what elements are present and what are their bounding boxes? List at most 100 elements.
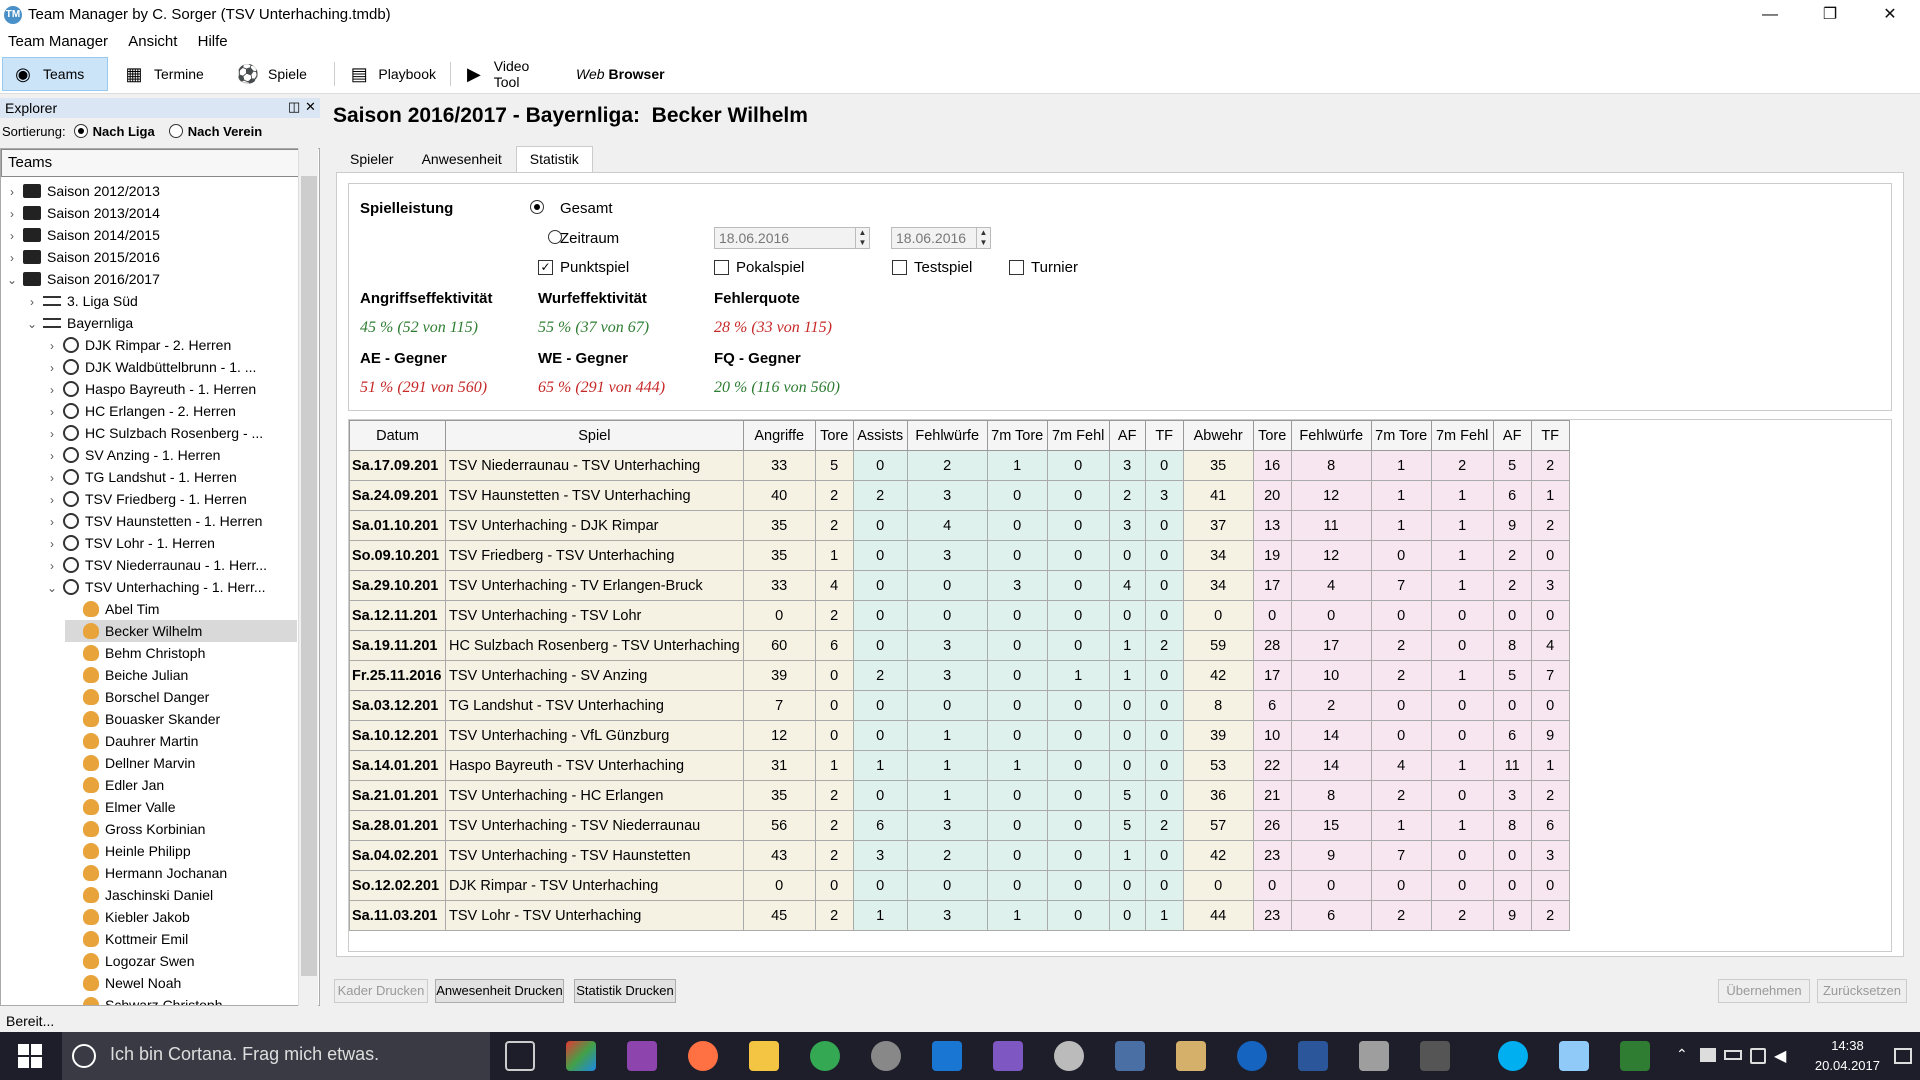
playbook-button[interactable]: ▤ Playbook [340,57,444,91]
tree-item[interactable]: › SV Anzing - 1. Herren [45,444,297,466]
pin-icon[interactable]: ◫ [288,99,300,115]
statistik-drucken-button[interactable]: Statistik Drucken [574,979,676,1003]
anwesenheit-drucken-button[interactable]: Anwesenheit Drucken [435,979,564,1003]
punktspiel-checkbox[interactable]: ✓ [538,260,553,275]
table-row[interactable]: Sa.01.10.201 TSV Unterhaching - DJK Rimpa… [349,510,1570,541]
zeitraum-label[interactable]: Zeitraum [560,230,619,247]
tree-item[interactable]: ⌄ Bayernliga [25,312,297,334]
web-browser-button[interactable]: Web Browser [568,57,665,91]
column-header[interactable]: TF [1144,420,1184,451]
chrome-icon[interactable] [810,1041,840,1071]
firefox-icon[interactable] [688,1041,718,1071]
paint-tool-icon[interactable] [1054,1041,1084,1071]
chevron-right-icon[interactable]: › [45,555,59,577]
tree-item[interactable]: Borschel Danger [65,686,297,708]
sort-liga-radio[interactable] [73,124,88,138]
globe-app-icon[interactable] [871,1041,901,1071]
cortana-search-box[interactable]: Ich bin Cortana. Frag mich etwas. [62,1032,490,1080]
app-icon-2[interactable] [1559,1041,1589,1071]
tree-item[interactable]: › Saison 2014/2015 [5,224,297,246]
table-row[interactable]: Sa.17.09.201 TSV Niederraunau - TSV Unter… [349,450,1570,481]
table-row[interactable]: Sa.19.11.201 HC Sulzbach Rosenberg - TSV … [349,630,1570,661]
tab-statistik[interactable]: Statistik [515,146,593,173]
minimize-icon[interactable]: — [1740,0,1800,30]
word-icon[interactable] [1298,1041,1328,1071]
chevron-right-icon[interactable]: › [45,401,59,423]
table-row[interactable]: Sa.28.01.201 TSV Unterhaching - TSV Niede… [349,810,1570,841]
battery-icon[interactable] [1724,1050,1742,1060]
scrollbar-thumb[interactable] [301,176,317,976]
menu-team-manager[interactable]: Team Manager [0,30,116,50]
sort-liga-label[interactable]: Nach Liga [93,124,155,139]
date-from-spinner-icon[interactable]: ▲ ▼ [855,228,869,248]
table-row[interactable]: Fr.25.11.2016 TSV Unterhaching - SV Anzin… [349,660,1570,691]
pokalspiel-label[interactable]: Pokalspiel [736,259,804,276]
tree-item[interactable]: Gross Korbinian [65,818,297,840]
chevron-right-icon[interactable]: › [45,511,59,533]
tree-item[interactable]: Dellner Marvin [65,752,297,774]
tree-item[interactable]: Schwarz Christoph [65,994,297,1005]
testspiel-checkbox[interactable] [892,260,907,275]
skype-icon[interactable] [1498,1041,1528,1071]
tree-item[interactable]: › TSV Haunstetten - 1. Herren [45,510,297,532]
explorer-close-icon[interactable]: ✕ [305,99,316,115]
tree-item[interactable]: › TSV Niederraunau - 1. Herr... [45,554,297,576]
database-icon[interactable] [1359,1041,1389,1071]
tree-item[interactable]: Bouasker Skander [65,708,297,730]
menu-hilfe[interactable]: Hilfe [190,30,236,50]
column-header[interactable]: 7m Tore [986,420,1048,451]
stats-grid[interactable]: Datum Spiel Angriffe Tore Assists Fehlwürfe 7m… [348,419,1892,952]
tree-item[interactable]: › DJK Rimpar - 2. Herren [45,334,297,356]
column-header[interactable]: AF [1492,420,1532,451]
table-row[interactable]: Sa.12.11.201 TSV Unterhaching - TSV Lohr 0… [349,600,1570,631]
column-header[interactable]: Abwehr [1182,420,1254,451]
tree-item[interactable]: Edler Jan [65,774,297,796]
clock[interactable]: 14:38 20.04.2017 [1815,1036,1880,1076]
table-row[interactable]: So.09.10.201 TSV Friedberg - TSV Unterhac… [349,540,1570,571]
tree-item[interactable]: › Saison 2012/2013 [5,180,297,202]
tree-item[interactable]: Beiche Julian [65,664,297,686]
close-icon[interactable]: ✕ [1860,0,1920,30]
column-header[interactable]: AF [1108,420,1146,451]
table-row[interactable]: Sa.21.01.201 TSV Unterhaching - HC Erlang… [349,780,1570,811]
visual-studio-2-icon[interactable] [993,1041,1023,1071]
tray-app-icon[interactable] [1700,1048,1716,1062]
tree-item[interactable]: › HC Erlangen - 2. Herren [45,400,297,422]
chevron-right-icon[interactable]: › [5,203,19,225]
column-header[interactable]: Tore [1252,420,1292,451]
tree-item[interactable]: ⌄ TSV Unterhaching - 1. Herr... [45,576,297,598]
table-row[interactable]: Sa.03.12.201 TG Landshut - TSV Unterhachi… [349,690,1570,721]
chevron-down-icon[interactable]: ⌄ [45,577,59,599]
chevron-right-icon[interactable]: › [45,379,59,401]
sort-verein-radio[interactable] [168,124,183,138]
column-header[interactable]: Fehlwürfe [906,420,988,451]
tree-item[interactable]: › TG Landshut - 1. Herren [45,466,297,488]
table-row[interactable]: Sa.14.01.201 Haspo Bayreuth - TSV Unterha… [349,750,1570,781]
tab-anwesenheit[interactable]: Anwesenheit [408,146,516,172]
column-header[interactable]: TF [1530,420,1570,451]
chevron-right-icon[interactable]: › [5,225,19,247]
menu-ansicht[interactable]: Ansicht [120,30,185,50]
chevron-right-icon[interactable]: › [45,533,59,555]
chevron-right-icon[interactable]: › [5,181,19,203]
date-from-field[interactable]: 18.06.2016 ▲ ▼ [714,227,870,249]
tree-item[interactable]: Kiebler Jakob [65,906,297,928]
tree-item[interactable]: › TSV Lohr - 1. Herren [45,532,297,554]
tree-item[interactable]: Elmer Valle [65,796,297,818]
spiele-button[interactable]: ⚽ Spiele [228,57,328,91]
turnier-checkbox[interactable] [1009,260,1024,275]
file-explorer-icon[interactable] [749,1041,779,1071]
tree-item[interactable]: › Haspo Bayreuth - 1. Herren [45,378,297,400]
drawing-app-icon[interactable] [566,1041,596,1071]
column-header[interactable]: Assists [852,420,908,451]
table-row[interactable]: Sa.04.02.201 TSV Unterhaching - TSV Hauns… [349,840,1570,871]
tree-scrollbar[interactable] [298,148,318,1006]
column-header[interactable]: Angriffe [742,420,816,451]
chevron-right-icon[interactable]: › [45,467,59,489]
tree-item[interactable]: › TSV Friedberg - 1. Herren [45,488,297,510]
tray-chevron-icon[interactable]: ⌃ [1676,1046,1688,1063]
testspiel-label[interactable]: Testspiel [914,259,972,276]
tree-item[interactable]: Newel Noah [65,972,297,994]
chevron-right-icon[interactable]: › [25,291,39,313]
team-manager-taskbar-icon[interactable] [1620,1041,1650,1071]
